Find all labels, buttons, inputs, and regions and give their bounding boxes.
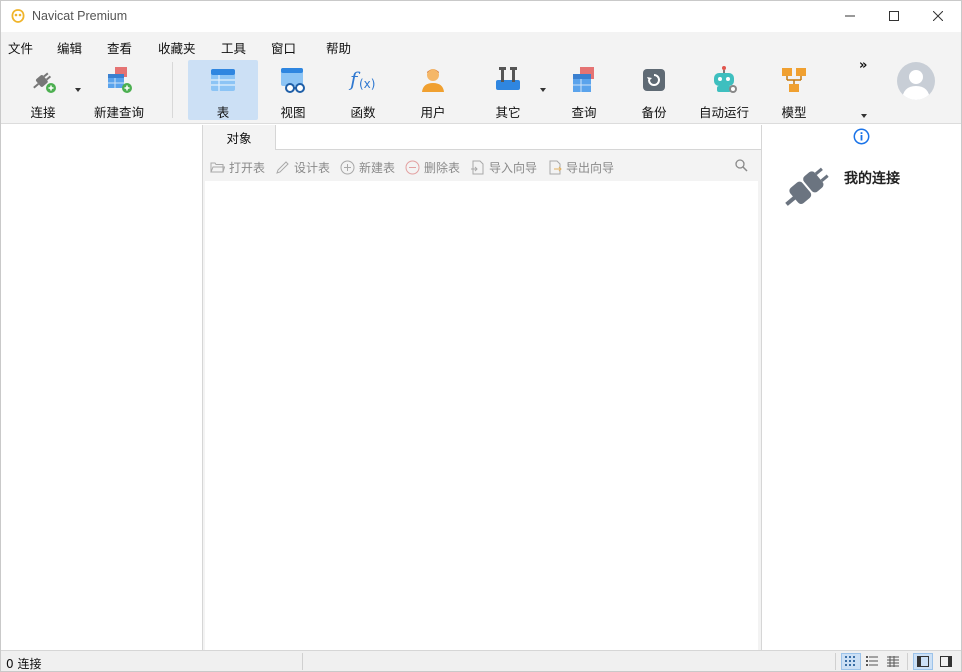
function-label: 函数	[350, 105, 376, 120]
menu-favorites[interactable]: 收藏夹	[158, 38, 196, 57]
app-window: Navicat Premium 文件 编辑 查看 收藏夹 工具 窗口 帮助 连接…	[0, 0, 962, 672]
view-icons-button[interactable]	[841, 653, 861, 670]
info-icon[interactable]	[853, 128, 870, 148]
new-query-label: 新建查询	[93, 105, 144, 120]
user-label: 用户	[420, 105, 446, 120]
open-table-button[interactable]: 打开表	[210, 159, 265, 176]
delete-table-button[interactable]: 删除表	[405, 159, 460, 176]
navicat-logo-icon	[10, 8, 26, 24]
import-wizard-button[interactable]: 导入向导	[470, 159, 537, 176]
backup-icon	[638, 64, 670, 96]
main-toolbar: 连接 新建查询 表 视图 f (x) 函数 用户 其它 查询 备份 自动运行 模…	[1, 58, 961, 124]
pencil-icon	[275, 160, 290, 175]
tab-bar: 对象	[203, 125, 761, 150]
query-icon	[568, 64, 600, 96]
view-button[interactable]: 视图	[264, 60, 322, 120]
robot-icon	[708, 64, 740, 96]
object-list[interactable]	[205, 181, 758, 650]
other-label: 其它	[495, 105, 521, 120]
user-avatar[interactable]	[897, 62, 935, 100]
object-pane: 对象 打开表 设计表 新建表 删除表 导入向导 导出向导	[203, 125, 761, 650]
connection-tree-panel[interactable]	[1, 125, 203, 650]
menu-view[interactable]: 查看	[107, 38, 132, 57]
search-icon[interactable]	[735, 159, 748, 175]
export-icon	[547, 160, 562, 175]
connect-label: 连接	[30, 105, 56, 120]
title-bar: Navicat Premium	[1, 1, 961, 32]
plus-circle-icon	[340, 160, 355, 175]
toggle-left-pane-button[interactable]	[913, 653, 933, 670]
menu-help[interactable]: 帮助	[326, 38, 351, 57]
status-divider	[302, 653, 303, 670]
model-icon	[778, 64, 810, 96]
export-wizard-button[interactable]: 导出向导	[547, 159, 614, 176]
menu-bar: 文件 编辑 查看 收藏夹 工具 窗口 帮助	[1, 32, 961, 58]
view-list-button[interactable]	[862, 653, 882, 670]
import-wizard-label: 导入向导	[489, 161, 538, 175]
open-folder-icon	[210, 160, 225, 175]
svg-text:(x): (x)	[359, 77, 375, 91]
toolbar-divider	[172, 62, 173, 118]
model-label: 模型	[781, 105, 807, 120]
new-table-label: 新建表	[359, 161, 396, 175]
minus-circle-icon	[405, 160, 420, 175]
view-label: 视图	[280, 105, 306, 120]
other-dropdown-icon[interactable]	[540, 88, 546, 92]
status-bar: 0 连接	[1, 650, 961, 671]
delete-table-label: 删除表	[424, 161, 461, 175]
table-label: 表	[216, 105, 230, 120]
menu-file[interactable]: 文件	[8, 38, 33, 57]
toggle-right-pane-button[interactable]	[936, 653, 956, 670]
tools-icon	[492, 64, 524, 96]
table-button[interactable]: 表	[188, 60, 258, 120]
other-button[interactable]: 其它	[479, 60, 537, 120]
backup-label: 备份	[641, 105, 667, 120]
tab-objects[interactable]: 对象	[203, 125, 276, 150]
query-button[interactable]: 查询	[555, 60, 613, 120]
function-button[interactable]: f (x) 函数	[334, 60, 392, 120]
my-connections-title: 我的连接	[844, 171, 900, 187]
menu-edit[interactable]: 编辑	[57, 38, 82, 57]
connection-count: 0 连接	[6, 657, 42, 671]
model-button[interactable]: 模型	[765, 60, 823, 120]
automation-label: 自动运行	[698, 105, 749, 120]
toolbar-overflow-button[interactable]: »	[859, 58, 867, 73]
window-title: Navicat Premium	[32, 9, 128, 23]
automation-button[interactable]: 自动运行	[695, 60, 753, 120]
export-wizard-label: 导出向导	[566, 161, 615, 175]
maximize-button[interactable]	[871, 1, 917, 31]
table-icon	[207, 64, 239, 96]
query-label: 查询	[571, 105, 597, 120]
connection-plug-icon	[774, 161, 834, 224]
object-toolbar: 打开表 设计表 新建表 删除表 导入向导 导出向导	[203, 152, 761, 180]
status-divider	[907, 653, 908, 670]
plug-icon	[27, 64, 59, 96]
status-divider	[835, 653, 836, 670]
import-icon	[470, 160, 485, 175]
toolbar-customize-dropdown-icon[interactable]	[861, 114, 867, 118]
new-query-icon	[103, 64, 135, 96]
menu-tools[interactable]: 工具	[221, 38, 246, 57]
close-button[interactable]	[915, 1, 961, 31]
info-panel: 我的连接	[761, 125, 961, 650]
new-query-button[interactable]: 新建查询	[89, 60, 149, 120]
connect-button[interactable]: 连接	[15, 60, 71, 120]
minimize-button[interactable]	[827, 1, 873, 31]
open-table-label: 打开表	[229, 161, 266, 175]
function-icon: f (x)	[347, 64, 379, 96]
design-table-button[interactable]: 设计表	[275, 159, 330, 176]
tab-bar-empty-area	[276, 125, 761, 149]
view-details-button[interactable]	[883, 653, 903, 670]
connect-dropdown-icon[interactable]	[75, 88, 81, 92]
backup-button[interactable]: 备份	[625, 60, 683, 120]
new-table-button[interactable]: 新建表	[340, 159, 395, 176]
design-table-label: 设计表	[294, 161, 331, 175]
view-icon	[277, 64, 309, 96]
menu-window[interactable]: 窗口	[271, 38, 296, 57]
user-button[interactable]: 用户	[404, 60, 462, 120]
user-icon	[417, 64, 449, 96]
